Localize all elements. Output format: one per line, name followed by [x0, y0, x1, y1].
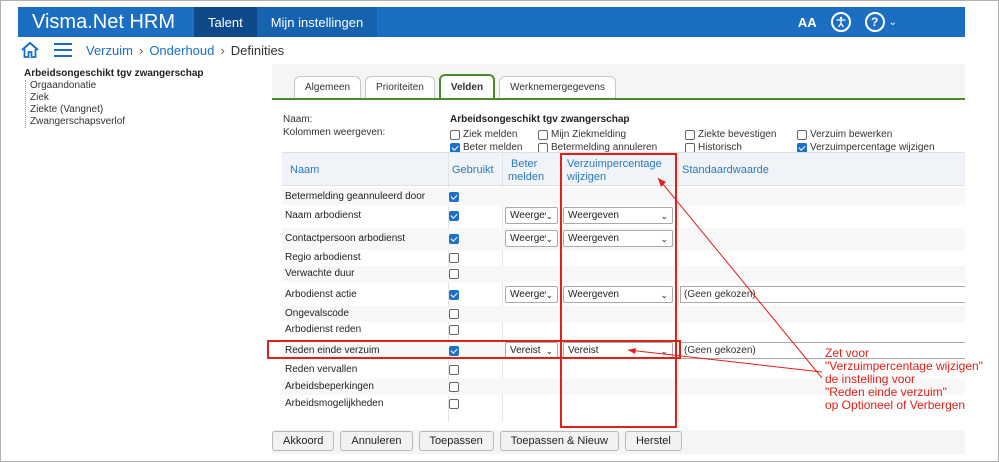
breadcrumb: Verzuim › Onderhoud › Definities — [86, 43, 284, 58]
tab-velden[interactable]: Velden — [438, 74, 496, 98]
field-name: Verwachte duur — [285, 268, 355, 279]
checkbox[interactable] — [797, 129, 807, 140]
checkbox[interactable] — [685, 129, 695, 140]
column-header-beter-melden-2[interactable]: melden — [508, 171, 544, 183]
top-bar: Visma.Net HRM Talent Mijn instellingen A… — [18, 7, 965, 37]
used-checkbox[interactable] — [449, 269, 459, 279]
default-value-field[interactable]: (Geen gekozen) — [680, 286, 965, 303]
breadcrumb-bar: Verzuim › Onderhoud › Definities — [18, 38, 965, 62]
breadcrumb-separator: › — [220, 42, 225, 58]
field-name: Arbeidsmogelijkheden — [285, 398, 384, 409]
field-name: Naam arbodienst — [285, 210, 362, 221]
menu-icon[interactable] — [54, 43, 72, 57]
breadcrumb-verzuim[interactable]: Verzuim — [86, 43, 133, 58]
checkbox-label: Ziek melden — [463, 129, 518, 140]
home-icon[interactable] — [20, 41, 40, 59]
used-checkbox[interactable] — [449, 290, 459, 300]
column-option-ziek-melden[interactable]: Ziek melden — [450, 129, 517, 140]
columns-label: Kolommen weergeven: — [283, 127, 386, 138]
field-name: Contactpersoon arbodienst — [285, 233, 406, 244]
highlight-row — [267, 340, 681, 359]
used-checkbox[interactable] — [449, 365, 459, 375]
tree-item[interactable]: Ziekte (Vangnet) — [24, 104, 204, 116]
tree-item[interactable]: Zwangerschapsverlof — [24, 116, 204, 128]
tree-item[interactable]: Orgaandonatie — [24, 80, 204, 92]
annotation-note: Zet voor "Verzuimpercentage wijzigen" de… — [825, 347, 983, 412]
column-header-naam[interactable]: Naam — [290, 164, 319, 176]
chevron-down-icon[interactable]: ⌄ — [545, 211, 553, 222]
column-option-verzuim-bewerken[interactable]: Verzuim bewerken — [797, 129, 892, 140]
used-checkbox[interactable] — [449, 325, 459, 335]
field-name: Reden vervallen — [285, 364, 358, 375]
used-checkbox[interactable] — [449, 234, 459, 244]
used-checkbox[interactable] — [449, 309, 459, 319]
name-value: Arbeidsongeschikt tgv zwangerschap — [450, 114, 630, 125]
herstel-button[interactable]: Herstel — [624, 431, 682, 451]
button-bar: Akkoord Annuleren Toepassen Toepassen & … — [272, 431, 682, 451]
beter-melden-select[interactable]: Weergeven⌄ — [505, 207, 558, 224]
used-checkbox[interactable] — [449, 399, 459, 409]
checkbox-label: Verzuim bewerken — [810, 129, 893, 140]
select-value: Weergeven — [510, 289, 546, 300]
column-option-mijn-ziekmelding[interactable]: Mijn Ziekmelding — [538, 129, 626, 140]
chevron-down-icon[interactable]: ⌄ — [545, 234, 553, 245]
used-checkbox[interactable] — [449, 192, 459, 202]
annuleren-button[interactable]: Annuleren — [340, 431, 413, 451]
column-header-standaardwaarde[interactable]: Standaardwaarde — [682, 164, 769, 176]
field-name: Ongevalscode — [285, 308, 349, 319]
tab-prioriteiten[interactable]: Prioriteiten — [365, 76, 435, 98]
checkbox[interactable] — [450, 129, 460, 140]
toepassen-nieuw-button[interactable]: Toepassen & Nieuw — [499, 431, 619, 451]
help-icon[interactable]: ? — [864, 12, 885, 32]
checkbox[interactable] — [538, 142, 548, 153]
toepassen-button[interactable]: Toepassen — [418, 431, 494, 451]
highlight-column — [560, 153, 677, 428]
font-size-icon[interactable]: AA — [798, 15, 817, 30]
used-checkbox[interactable] — [449, 253, 459, 263]
tab-werknemergegevens[interactable]: Werknemergegevens — [499, 76, 616, 98]
chevron-down-icon[interactable]: ⌄ — [545, 290, 553, 301]
field-name: Arbeidsbeperkingen — [285, 381, 374, 392]
select-value: Weergeven — [510, 233, 546, 244]
breadcrumb-separator: › — [138, 42, 144, 58]
chevron-down-icon[interactable]: ⌄ — [889, 17, 897, 28]
checkbox-label: Ziekte bevestigen — [698, 129, 777, 140]
used-checkbox[interactable] — [449, 382, 459, 392]
nav-mijn-instellingen[interactable]: Mijn instellingen — [256, 7, 378, 37]
breadcrumb-current: Definities — [230, 42, 285, 58]
app-title: Visma.Net HRM — [32, 10, 175, 33]
breadcrumb-onderhoud[interactable]: Onderhoud — [149, 43, 214, 58]
checkbox[interactable] — [450, 142, 460, 153]
field-name: Arbodienst actie — [285, 289, 357, 300]
tab-bar: Algemeen Prioriteiten Velden Werknemerge… — [294, 74, 616, 98]
nav-talent[interactable]: Talent — [194, 7, 257, 37]
tab-algemeen[interactable]: Algemeen — [294, 76, 362, 98]
annotation-line: op Optioneel of Verbergen — [825, 398, 966, 412]
select-value: Weergeven — [510, 210, 546, 221]
field-name: Arbodienst reden — [285, 324, 362, 335]
checkbox-label: Mijn Ziekmelding — [551, 129, 627, 140]
checkbox[interactable] — [797, 142, 807, 153]
column-header-beter-melden-1[interactable]: Beter — [511, 158, 537, 170]
definition-tree: Arbeidsongeschikt tgv zwangerschap Orgaa… — [24, 68, 204, 128]
field-name: Betermelding geannuleerd door — [285, 191, 426, 202]
tree-item[interactable]: Ziek — [24, 92, 204, 104]
column-option-ziekte-bevestigen[interactable]: Ziekte bevestigen — [685, 129, 776, 140]
checkbox[interactable] — [685, 142, 695, 153]
beter-melden-select[interactable]: Weergeven⌄ — [505, 230, 558, 247]
used-checkbox[interactable] — [449, 211, 459, 221]
column-header-gebruikt[interactable]: Gebruikt — [452, 164, 494, 176]
beter-melden-select[interactable]: Weergeven⌄ — [505, 286, 558, 303]
checkbox[interactable] — [538, 129, 548, 140]
akkoord-button[interactable]: Akkoord — [272, 431, 335, 451]
name-label: Naam: — [283, 114, 313, 125]
accessibility-icon[interactable] — [830, 12, 851, 32]
field-name: Regio arbodienst — [285, 252, 361, 263]
help-menu[interactable]: ? ⌄ — [864, 12, 897, 32]
tree-item[interactable]: Arbeidsongeschikt tgv zwangerschap — [24, 68, 204, 80]
